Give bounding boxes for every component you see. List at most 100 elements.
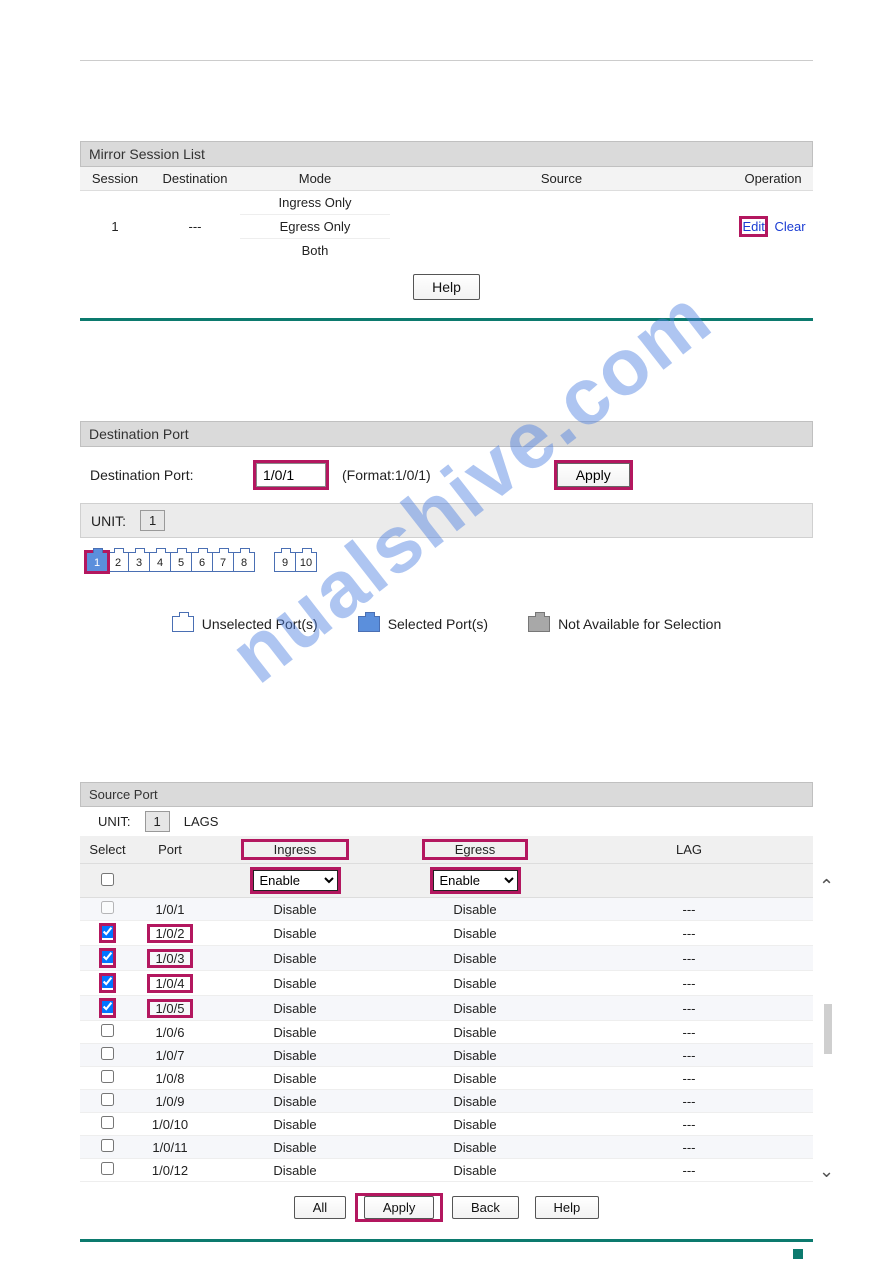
row-port: 1/0/11 (152, 1140, 187, 1155)
port-3[interactable]: 3 (128, 552, 150, 572)
edit-link[interactable]: Edit (740, 217, 766, 236)
row-egress: Disable (385, 946, 565, 971)
row-egress: Disable (385, 1021, 565, 1044)
panel-divider (80, 318, 813, 321)
table-row: 1/0/1DisableDisable--- (80, 898, 813, 921)
row-checkbox[interactable] (101, 1047, 114, 1060)
row-lag: --- (565, 996, 813, 1021)
row-checkbox[interactable] (101, 925, 114, 938)
destination-port-input[interactable] (256, 463, 326, 487)
row-lag: --- (565, 1136, 813, 1159)
port-7[interactable]: 7 (212, 552, 234, 572)
ingress-select[interactable]: Enable (253, 870, 338, 891)
select-all-checkbox[interactable] (101, 873, 114, 886)
row-port: 1/0/1 (156, 902, 185, 917)
src-unit-selector[interactable]: 1 (145, 811, 170, 832)
egress-select[interactable]: Enable (433, 870, 518, 891)
col-mode: Mode (240, 167, 390, 191)
row-ingress: Disable (205, 1113, 385, 1136)
scrollbar[interactable]: ⌃ ⌄ (819, 876, 837, 1182)
row-ingress: Disable (205, 1090, 385, 1113)
all-button[interactable]: All (294, 1196, 346, 1219)
row-port: 1/0/3 (148, 950, 193, 967)
table-row: 1/0/9DisableDisable--- (80, 1090, 813, 1113)
help-button[interactable]: Help (413, 274, 480, 300)
scroll-up-icon[interactable]: ⌃ (819, 876, 837, 897)
port-5[interactable]: 5 (170, 552, 192, 572)
row-egress: Disable (385, 1113, 565, 1136)
row-egress: Disable (385, 1090, 565, 1113)
col-egress: Egress (423, 840, 527, 859)
row-lag: --- (565, 946, 813, 971)
src-unit-label: UNIT: (98, 814, 131, 829)
session-id: 1 (111, 219, 118, 234)
table-row: 1/0/6DisableDisable--- (80, 1021, 813, 1044)
mode-ingress: Ingress Only (240, 191, 390, 215)
session-dest: --- (189, 219, 202, 234)
row-egress: Disable (385, 1159, 565, 1182)
back-button[interactable]: Back (452, 1196, 519, 1219)
table-row: 1/0/8DisableDisable--- (80, 1067, 813, 1090)
row-checkbox[interactable] (101, 1093, 114, 1106)
row-checkbox[interactable] (101, 1024, 114, 1037)
row-lag: --- (565, 1067, 813, 1090)
row-lag: --- (565, 971, 813, 996)
row-lag: --- (565, 898, 813, 921)
table-row: 1/0/7DisableDisable--- (80, 1044, 813, 1067)
port-2[interactable]: 2 (107, 552, 129, 572)
row-port: 1/0/9 (156, 1094, 185, 1109)
page-top-divider (80, 60, 813, 61)
mode-both: Both (240, 239, 390, 262)
page-footer-mark (793, 1247, 803, 1262)
destination-port-format: (Format:1/0/1) (342, 467, 431, 483)
unit-label: UNIT: (91, 513, 126, 529)
row-lag: --- (565, 921, 813, 946)
row-port: 1/0/10 (152, 1117, 188, 1132)
port-8[interactable]: 8 (233, 552, 255, 572)
col-lag: LAG (565, 836, 813, 864)
col-session: Session (80, 167, 150, 191)
table-row: 1/0/3DisableDisable--- (80, 946, 813, 971)
row-ingress: Disable (205, 1021, 385, 1044)
mirror-session-panel: Mirror Session List Session Destination … (80, 141, 813, 321)
row-ingress: Disable (205, 1044, 385, 1067)
scroll-down-icon[interactable]: ⌄ (819, 1161, 837, 1182)
row-egress: Disable (385, 971, 565, 996)
lags-tab[interactable]: LAGS (184, 814, 219, 829)
port-1[interactable]: 1 (86, 552, 108, 572)
clear-link[interactable]: Clear (774, 219, 805, 234)
row-checkbox[interactable] (101, 1070, 114, 1083)
row-checkbox[interactable] (101, 1116, 114, 1129)
port-10[interactable]: 10 (295, 552, 317, 572)
col-port: Port (135, 836, 205, 864)
row-checkbox[interactable] (101, 1139, 114, 1152)
port-9[interactable]: 9 (274, 552, 296, 572)
row-egress: Disable (385, 996, 565, 1021)
row-ingress: Disable (205, 946, 385, 971)
unit-selector[interactable]: 1 (140, 510, 165, 531)
help-source-button[interactable]: Help (535, 1196, 600, 1219)
row-checkbox[interactable] (101, 1000, 114, 1013)
row-port: 1/0/8 (156, 1071, 185, 1086)
row-port: 1/0/6 (156, 1025, 185, 1040)
row-checkbox[interactable] (101, 901, 114, 914)
legend-selected: Selected Port(s) (358, 616, 488, 632)
row-egress: Disable (385, 1136, 565, 1159)
legend-na: Not Available for Selection (528, 616, 721, 632)
destination-port-label: Destination Port: (90, 467, 240, 483)
destination-port-panel: Destination Port Destination Port: (Form… (80, 421, 813, 642)
scroll-thumb[interactable] (824, 1004, 832, 1054)
row-checkbox[interactable] (101, 950, 114, 963)
row-checkbox[interactable] (101, 975, 114, 988)
apply-dest-button[interactable]: Apply (557, 463, 630, 487)
row-port: 1/0/2 (148, 925, 193, 942)
apply-source-button[interactable]: Apply (364, 1196, 435, 1219)
port-6[interactable]: 6 (191, 552, 213, 572)
row-lag: --- (565, 1113, 813, 1136)
row-lag: --- (565, 1090, 813, 1113)
col-operation: Operation (733, 167, 813, 191)
row-checkbox[interactable] (101, 1162, 114, 1175)
source-port-panel: Source Port UNIT: 1 LAGS Select Port Ing… (0, 782, 893, 1242)
port-4[interactable]: 4 (149, 552, 171, 572)
table-row: 1/0/5DisableDisable--- (80, 996, 813, 1021)
